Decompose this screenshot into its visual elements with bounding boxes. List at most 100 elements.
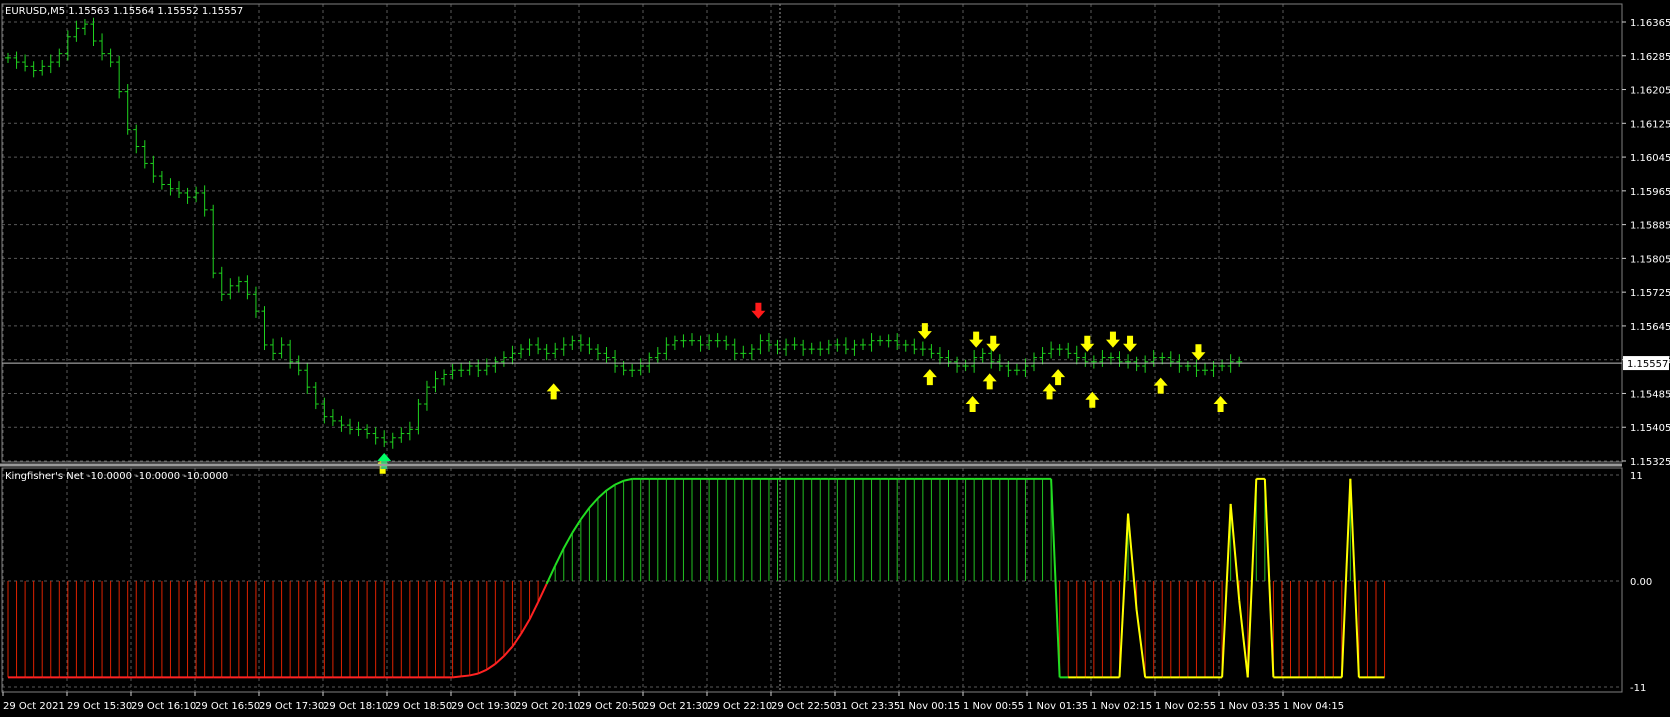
time-axis-label: 1 Nov 02:15: [1091, 701, 1152, 712]
sell-arrow-icon: [1080, 335, 1095, 352]
price-axis-label: 1.15485: [1630, 389, 1670, 400]
signal-line-segment: [537, 583, 548, 603]
signal-line-segment: [452, 675, 462, 679]
buy-arrow-icon-shape: [1153, 377, 1168, 394]
buy-arrow-icon: [965, 396, 980, 413]
buy-arrow-icon: [922, 369, 937, 386]
price-axis-label: 1.15965: [1630, 187, 1670, 198]
signal-line-segment: [1229, 503, 1241, 601]
time-axis-label: 1 Nov 00:15: [899, 701, 960, 712]
time-axis-label: 29 Oct 18:10: [323, 701, 388, 712]
buy-arrow-icon-shape: [1213, 396, 1228, 413]
buy-arrow-icon: [1042, 383, 1057, 400]
indicator-axis-label: 0.00: [1630, 577, 1652, 588]
buy-arrow-icon: [1085, 391, 1100, 408]
sell-arrow-icon: [917, 323, 932, 340]
strong-buy-arrow-icon-shape: [377, 453, 392, 469]
signal-line-segment: [1263, 478, 1275, 678]
time-axis-label: 31 Oct 23:35: [835, 701, 900, 712]
signal-line-segment: [623, 477, 633, 482]
buy-arrow-icon-shape: [922, 369, 937, 386]
signal-line-segment: [520, 619, 531, 635]
sell-arrow-icon-shape: [986, 335, 1001, 352]
sell-arrow-icon-shape: [1191, 344, 1206, 361]
signal-line-segment: [469, 672, 479, 677]
signal-line-segment: [1246, 478, 1258, 678]
signal-line-segment: [477, 668, 488, 675]
price-axis-label: 1.16205: [1630, 86, 1670, 97]
sell-arrow-icon: [969, 331, 984, 348]
sell-arrow-icon: [1191, 344, 1206, 361]
time-axis-label: 29 Oct 16:50: [195, 701, 260, 712]
buy-arrow-icon-shape: [982, 373, 997, 390]
time-axis-label: 1 Nov 04:15: [1283, 701, 1344, 712]
signal-line-segment: [597, 489, 608, 499]
time-axis-label: 1 Nov 02:55: [1155, 701, 1216, 712]
signal-line-segment: [1349, 478, 1360, 678]
time-axis-label: 29 Oct 20:10: [515, 701, 580, 712]
current-price-label: 1.15557: [1627, 359, 1668, 370]
time-axis-label: 29 Oct 22:10: [707, 701, 772, 712]
signal-line-segment: [461, 674, 470, 678]
signal-line-segment: [614, 479, 625, 486]
signal-line-segment: [1340, 478, 1352, 678]
price-axis-label: 1.16125: [1630, 119, 1670, 130]
buy-arrow-icon-shape: [546, 383, 561, 400]
indicator-axis-label: 11: [1630, 471, 1643, 482]
signal-line-segment: [1127, 513, 1138, 610]
indicator-info: Kingfisher's Net -10.0000 -10.0000 -10.0…: [5, 471, 228, 482]
sell-arrow-icon-shape: [969, 331, 984, 348]
signal-line-segment: [554, 547, 565, 567]
sell-arrow-icon: [1123, 335, 1138, 352]
signal-line-segment: [605, 483, 616, 492]
signal-line-segment: [1050, 478, 1061, 678]
strong-sell-arrow-icon-shape: [751, 302, 766, 319]
buy-arrow-icon: [1051, 369, 1066, 386]
buy-arrow-icon: [1213, 396, 1228, 413]
time-axis-label: 29 Oct 18:50: [387, 701, 452, 712]
price-axis-label: 1.16045: [1630, 153, 1670, 164]
time-axis-label: 29 Oct 17:30: [259, 701, 324, 712]
time-axis-label: 29 Oct 22:50: [771, 701, 836, 712]
signal-line-segment: [1221, 503, 1232, 678]
price-axis-label: 1.15885: [1630, 221, 1670, 232]
signal-line-segment: [571, 518, 582, 534]
time-axis-label: 29 Oct 2021: [3, 701, 65, 712]
strong-buy-arrow-icon: [377, 453, 392, 469]
signal-line-segment: [503, 645, 514, 657]
buy-arrow-icon: [1153, 377, 1168, 394]
price-axis-label: 1.16365: [1630, 18, 1670, 29]
time-axis-label: 1 Nov 00:55: [963, 701, 1024, 712]
time-axis-label: 29 Oct 15:30: [67, 701, 132, 712]
chart-window: 1.16365 1.16285 1.16205 1.16125 1.16045 1.159…: [0, 0, 1670, 717]
sell-arrow-icon-shape: [917, 323, 932, 340]
price-axis-label: 1.16285: [1630, 52, 1670, 63]
price-axis-label: 1.15805: [1630, 254, 1670, 265]
signal-line-segment: [1135, 609, 1147, 678]
signal-line-segment: [562, 532, 574, 549]
chart-canvas[interactable]: 1.16365 1.16285 1.16205 1.16125 1.16045 1.159…: [0, 0, 1670, 717]
kingfisher-histogram: [7, 477, 1386, 679]
signal-line-segment: [528, 601, 539, 620]
price-axis-label: 1.15405: [1630, 423, 1670, 434]
sell-arrow-icon-shape: [1080, 335, 1095, 352]
price-axis-label: 1.15645: [1630, 322, 1670, 333]
sell-arrow-icon: [1105, 331, 1120, 348]
time-axis-label: 29 Oct 20:50: [579, 701, 644, 712]
time-axis-label: 29 Oct 19:30: [451, 701, 516, 712]
symbol-info: EURUSD,M5 1.15563 1.15564 1.15552 1.1555…: [5, 6, 243, 17]
signal-line-segment: [588, 497, 599, 509]
signal-line-segment: [580, 507, 591, 520]
price-axis-label: 1.15725: [1630, 288, 1670, 299]
signal-line-segment: [511, 633, 522, 648]
buy-arrow-icon: [982, 373, 997, 390]
signal-line-segment: [1118, 513, 1130, 678]
indicator-axis-label: -11: [1630, 683, 1646, 694]
time-axis-label: 1 Nov 03:35: [1219, 701, 1280, 712]
signal-arrows: [375, 302, 1228, 474]
buy-arrow-icon-shape: [1042, 383, 1057, 400]
buy-arrow-icon-shape: [1051, 369, 1066, 386]
strong-sell-arrow-icon: [751, 302, 766, 319]
time-axis-label: 29 Oct 16:10: [131, 701, 196, 712]
signal-line-segment: [494, 655, 505, 665]
